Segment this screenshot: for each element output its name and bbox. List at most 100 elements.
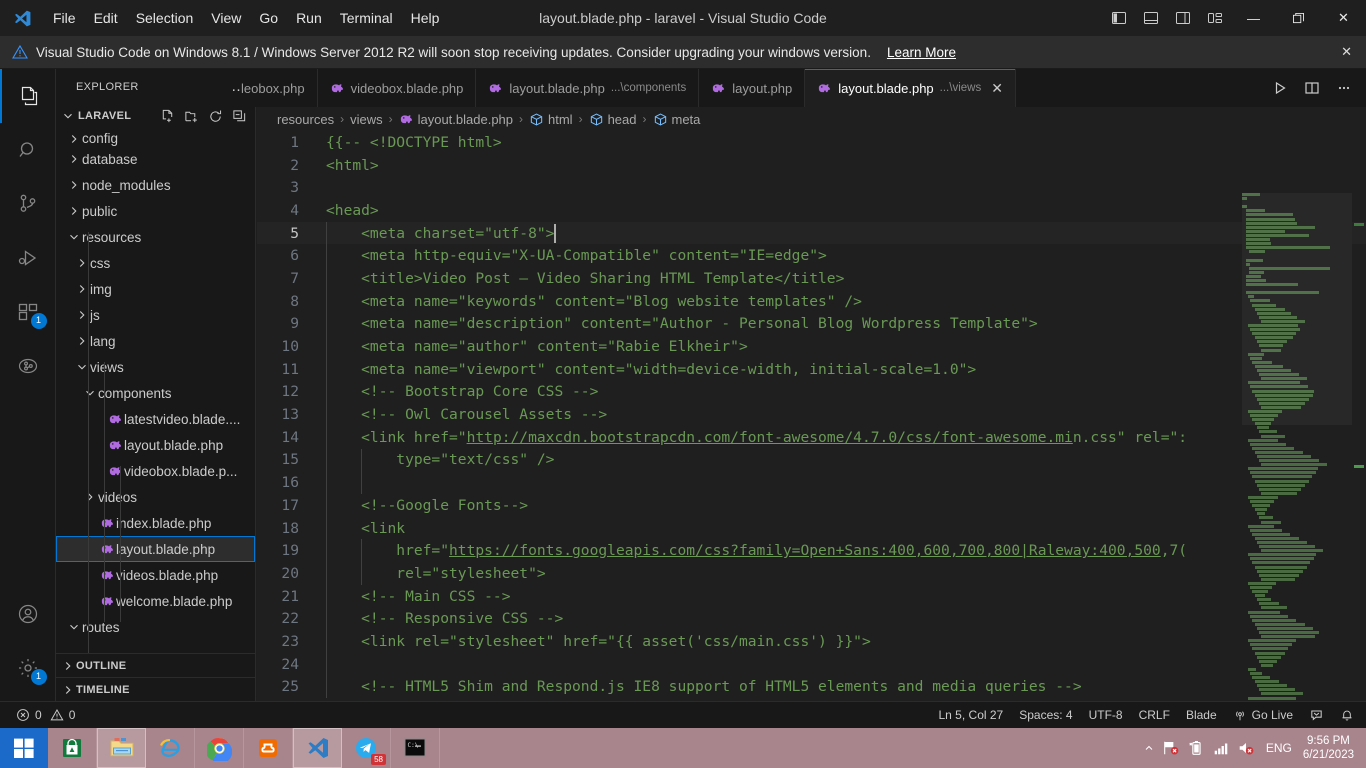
collapse-all-icon[interactable]	[229, 106, 249, 126]
status-eol[interactable]: CRLF	[1131, 702, 1178, 729]
code-line[interactable]: 20 rel="stylesheet">	[257, 562, 1366, 585]
status-go-live[interactable]: Go Live	[1225, 702, 1301, 729]
code-line[interactable]: 10 <meta name="author" content="Rabie El…	[257, 335, 1366, 358]
activity-explorer[interactable]	[0, 69, 56, 123]
code-line[interactable]: 19 href="https://fonts.googleapis.com/cs…	[257, 539, 1366, 563]
code-link[interactable]: http://maxcdn.bootstrapcdn.com/font-awes…	[467, 429, 1073, 446]
taskbar-microsoft-store[interactable]	[48, 728, 97, 768]
breadcrumb-item-resources[interactable]: resources	[277, 112, 334, 127]
code-line[interactable]: 5 <meta charset="utf-8">	[257, 221, 1366, 245]
tree-file-videos-blade-php[interactable]: videos.blade.php	[56, 562, 255, 588]
status-cursor-position[interactable]: Ln 5, Col 27	[931, 702, 1012, 729]
toggle-secondary-sidebar-icon[interactable]	[1167, 0, 1199, 36]
more-actions-icon[interactable]	[1330, 69, 1358, 107]
status-language-mode[interactable]: Blade	[1178, 702, 1225, 729]
taskbar-visual-studio-code[interactable]	[293, 728, 342, 768]
tree-file-layout-blade-php[interactable]: layout.blade.php	[56, 432, 255, 458]
battery-icon[interactable]	[1187, 739, 1205, 757]
taskbar-google-chrome[interactable]	[195, 728, 244, 768]
menu-go[interactable]: Go	[250, 5, 287, 31]
taskbar-xampp[interactable]	[244, 728, 293, 768]
language-indicator[interactable]: ENG	[1262, 741, 1296, 755]
breadcrumb-item-html[interactable]: html	[529, 112, 573, 127]
breadcrumb-item-meta[interactable]: meta	[653, 112, 700, 127]
code-line[interactable]: 14 <link href="http://maxcdn.bootstrapcd…	[257, 425, 1366, 449]
tree-file-index-blade-php[interactable]: index.blade.php	[56, 510, 255, 536]
panel-timeline[interactable]: TIMELINE	[56, 677, 255, 701]
tree-folder-css[interactable]: css	[56, 250, 255, 276]
taskbar-command-prompt[interactable]: C:\	[391, 728, 440, 768]
activity-gitlens[interactable]	[0, 339, 56, 393]
learn-more-link[interactable]: Learn More	[887, 45, 956, 60]
tree-folder-database[interactable]: database	[56, 146, 255, 172]
menu-run[interactable]: Run	[287, 5, 331, 31]
chevron-up-icon[interactable]	[1143, 742, 1155, 754]
status-problems[interactable]: 0 0	[8, 702, 83, 729]
minimap[interactable]	[1242, 193, 1352, 701]
editor-tab-4[interactable]: layout.blade.php ...\views ✕	[805, 69, 1016, 107]
signal-icon[interactable]	[1212, 739, 1230, 757]
close-button[interactable]: ✕	[1321, 0, 1366, 36]
network-error-icon[interactable]	[1162, 739, 1180, 757]
toggle-primary-sidebar-icon[interactable]	[1103, 0, 1135, 36]
code-line[interactable]: 15 type="text/css" />	[257, 448, 1366, 472]
activity-run-and-debug[interactable]	[0, 231, 56, 285]
start-button[interactable]	[0, 728, 48, 768]
taskbar-file-explorer[interactable]	[97, 728, 146, 768]
panel-outline[interactable]: OUTLINE	[56, 653, 255, 677]
code-line[interactable]: 25 <!-- HTML5 Shim and Respond.js IE8 su…	[257, 675, 1366, 699]
editor-tab-3[interactable]: layout.php	[699, 69, 806, 107]
volume-muted-icon[interactable]	[1237, 739, 1255, 757]
new-folder-icon[interactable]	[181, 106, 201, 126]
code-line[interactable]: 22 <!-- Responsive CSS -->	[257, 607, 1366, 631]
code-line[interactable]: 4 <head>	[257, 199, 1366, 222]
code-line[interactable]: 3	[257, 176, 1366, 199]
activity-search[interactable]	[0, 123, 56, 177]
tree-folder-node-modules[interactable]: node_modules	[56, 172, 255, 198]
file-tree[interactable]: config database node_modules public resource…	[56, 128, 255, 653]
tree-file-latestvideo-blade----[interactable]: latestvideo.blade....	[56, 406, 255, 432]
code-line[interactable]: 23 <link rel="stylesheet" href="{{ asset…	[257, 630, 1366, 653]
status-indentation[interactable]: Spaces: 4	[1011, 702, 1080, 729]
tree-folder-js[interactable]: js	[56, 302, 255, 328]
status-encoding[interactable]: UTF-8	[1081, 702, 1131, 729]
minimize-button[interactable]: —	[1231, 0, 1276, 36]
close-icon[interactable]: ✕	[1341, 44, 1352, 60]
menu-file[interactable]: File	[44, 5, 85, 31]
editor-tab-0[interactable]: leobox.php	[241, 69, 318, 107]
tree-file-videobox-blade-p---[interactable]: videobox.blade.p...	[56, 458, 255, 484]
split-editor-icon[interactable]	[1298, 69, 1326, 107]
breadcrumb-item-head[interactable]: head	[589, 112, 637, 127]
tree-folder-videos[interactable]: videos	[56, 484, 255, 510]
code-editor[interactable]: 1 {{-- <!DOCTYPE html> 2 <html> 3 4 <head> 5 <m…	[257, 131, 1366, 701]
vertical-scrollbar[interactable]	[1352, 193, 1366, 701]
editor-tab-2[interactable]: layout.blade.php ...\components	[476, 69, 700, 107]
code-line[interactable]: 11 <meta name="viewport" content="width=…	[257, 357, 1366, 381]
code-line[interactable]: 2 <html>	[257, 154, 1366, 177]
menu-selection[interactable]: Selection	[127, 5, 203, 31]
taskbar-internet-explorer[interactable]	[146, 728, 195, 768]
code-line[interactable]: 17 <!--Google Fonts-->	[257, 494, 1366, 517]
code-link[interactable]: https://fonts.googleapis.com/css?family=…	[449, 542, 1161, 559]
activity-manage-settings[interactable]: 1	[0, 641, 56, 695]
minimap-slider[interactable]	[1242, 193, 1352, 425]
code-lines[interactable]: 1 {{-- <!DOCTYPE html> 2 <html> 3 4 <head> 5 <m…	[257, 131, 1366, 699]
tree-folder-resources[interactable]: resources	[56, 224, 255, 250]
breadcrumb-item-layout-blade-php[interactable]: layout.blade.php	[399, 112, 513, 127]
new-file-icon[interactable]	[157, 106, 177, 126]
menu-terminal[interactable]: Terminal	[331, 5, 402, 31]
activity-extensions[interactable]: 1	[0, 285, 56, 339]
taskbar-telegram[interactable]: 58	[342, 728, 391, 768]
tree-folder-lang[interactable]: lang	[56, 328, 255, 354]
status-notifications[interactable]	[1332, 702, 1362, 729]
activity-source-control[interactable]	[0, 177, 56, 231]
code-line[interactable]: 9 <meta name="description" content="Auth…	[257, 312, 1366, 336]
breadcrumb-item-views[interactable]: views	[350, 112, 383, 127]
menu-view[interactable]: View	[202, 5, 250, 31]
clock[interactable]: 9:56 PM 6/21/2023	[1303, 734, 1356, 762]
toggle-panel-icon[interactable]	[1135, 0, 1167, 36]
tab-close-icon[interactable]: ✕	[991, 80, 1003, 97]
tree-file-layout-blade-php[interactable]: layout.blade.php	[56, 536, 255, 562]
code-line[interactable]: 16	[257, 471, 1366, 494]
tree-folder-views[interactable]: views	[56, 354, 255, 380]
